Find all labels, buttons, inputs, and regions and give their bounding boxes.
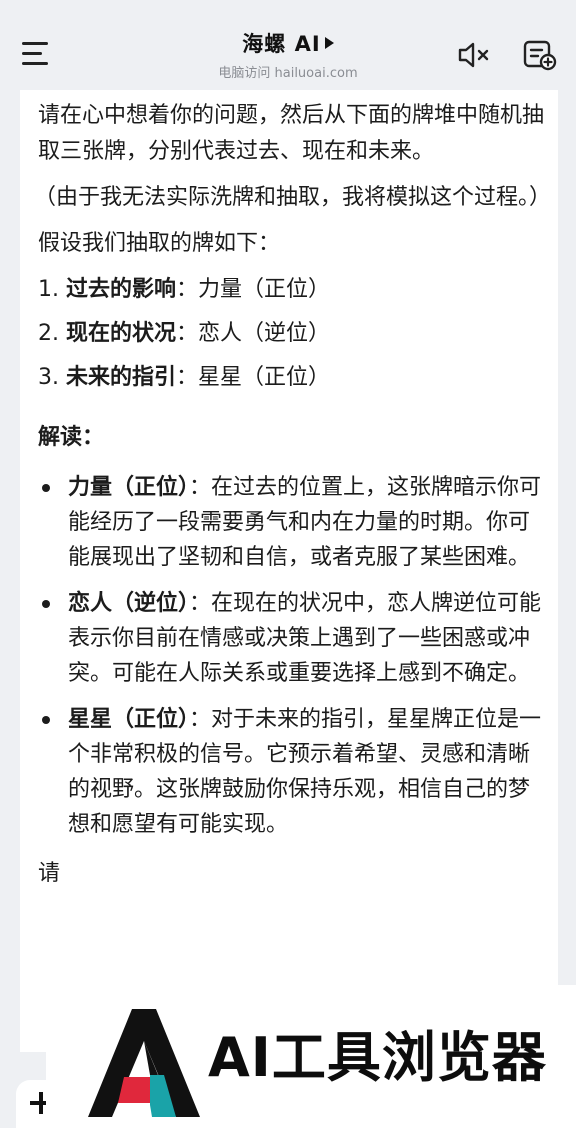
top-bar: 海螺 AI 电脑访问 hailuoai.com (0, 0, 576, 90)
draw-label: 过去的影响 (66, 277, 177, 302)
note-paragraph: （由于我无法实际洗牌和抽取，我将模拟这个过程。） (34, 185, 552, 210)
watermark-text: AI工具浏览器 (208, 1026, 547, 1089)
draw-value: ：力量（正位） (176, 277, 331, 302)
intro-paragraph: 请在心中想着你的问题，然后从下面的牌堆中随机抽取三张牌，分别代表过去、现在和未来… (38, 103, 545, 164)
list-item: 3. 未来的指引：星星（正位） (38, 360, 548, 396)
card-name: 力量（正位） (68, 475, 190, 500)
list-number: 1. (38, 277, 59, 302)
draw-value: ：星星（正位） (176, 365, 331, 390)
interpretation-heading: 解读： (38, 425, 105, 450)
truncated-line: 请 (38, 861, 61, 886)
watermark: AI工具浏览器 (46, 985, 576, 1128)
assume-paragraph: 假设我们抽取的牌如下： (38, 231, 281, 256)
draw-label: 现在的状况 (66, 321, 177, 346)
play-triangle-icon (324, 37, 334, 49)
list-item: 恋人（逆位）：在现在的状况中，恋人牌逆位可能表示你目前在情感或决策上遇到了一些困… (38, 586, 548, 691)
draw-value: ：恋人（逆位） (176, 321, 331, 346)
interpretation-list: 力量（正位）：在过去的位置上，这张牌暗示你可能经历了一段需要勇气和内在力量的时期… (38, 470, 548, 842)
list-number: 3. (38, 365, 59, 390)
new-chat-icon[interactable] (522, 38, 558, 72)
assistant-message-card: 请在心中想着你的问题，然后从下面的牌堆中随机抽取三张牌，分别代表过去、现在和未来… (20, 90, 558, 1052)
message-content: 请在心中想着你的问题，然后从下面的牌堆中随机抽取三张牌，分别代表过去、现在和未来… (34, 98, 552, 886)
list-item: 2. 现在的状况：恋人（逆位） (38, 316, 548, 352)
draw-label: 未来的指引 (66, 365, 177, 390)
app-title-text: 海螺 AI (242, 32, 321, 56)
list-number: 2. (38, 321, 59, 346)
speaker-muted-icon[interactable] (457, 40, 491, 70)
list-item: 力量（正位）：在过去的位置上，这张牌暗示你可能经历了一段需要勇气和内在力量的时期… (38, 470, 548, 575)
brand-logo-icon (88, 1009, 200, 1117)
card-name: 恋人（逆位） (68, 591, 190, 616)
list-item: 1. 过去的影响：力量（正位） (38, 272, 548, 308)
draw-list: 1. 过去的影响：力量（正位） 2. 现在的状况：恋人（逆位） 3. 未来的指引… (38, 272, 548, 396)
card-name: 星星（正位） (68, 707, 190, 732)
list-item: 星星（正位）：对于未来的指引，星星牌正位是一个非常积极的信号。它预示着希望、灵感… (38, 702, 548, 842)
